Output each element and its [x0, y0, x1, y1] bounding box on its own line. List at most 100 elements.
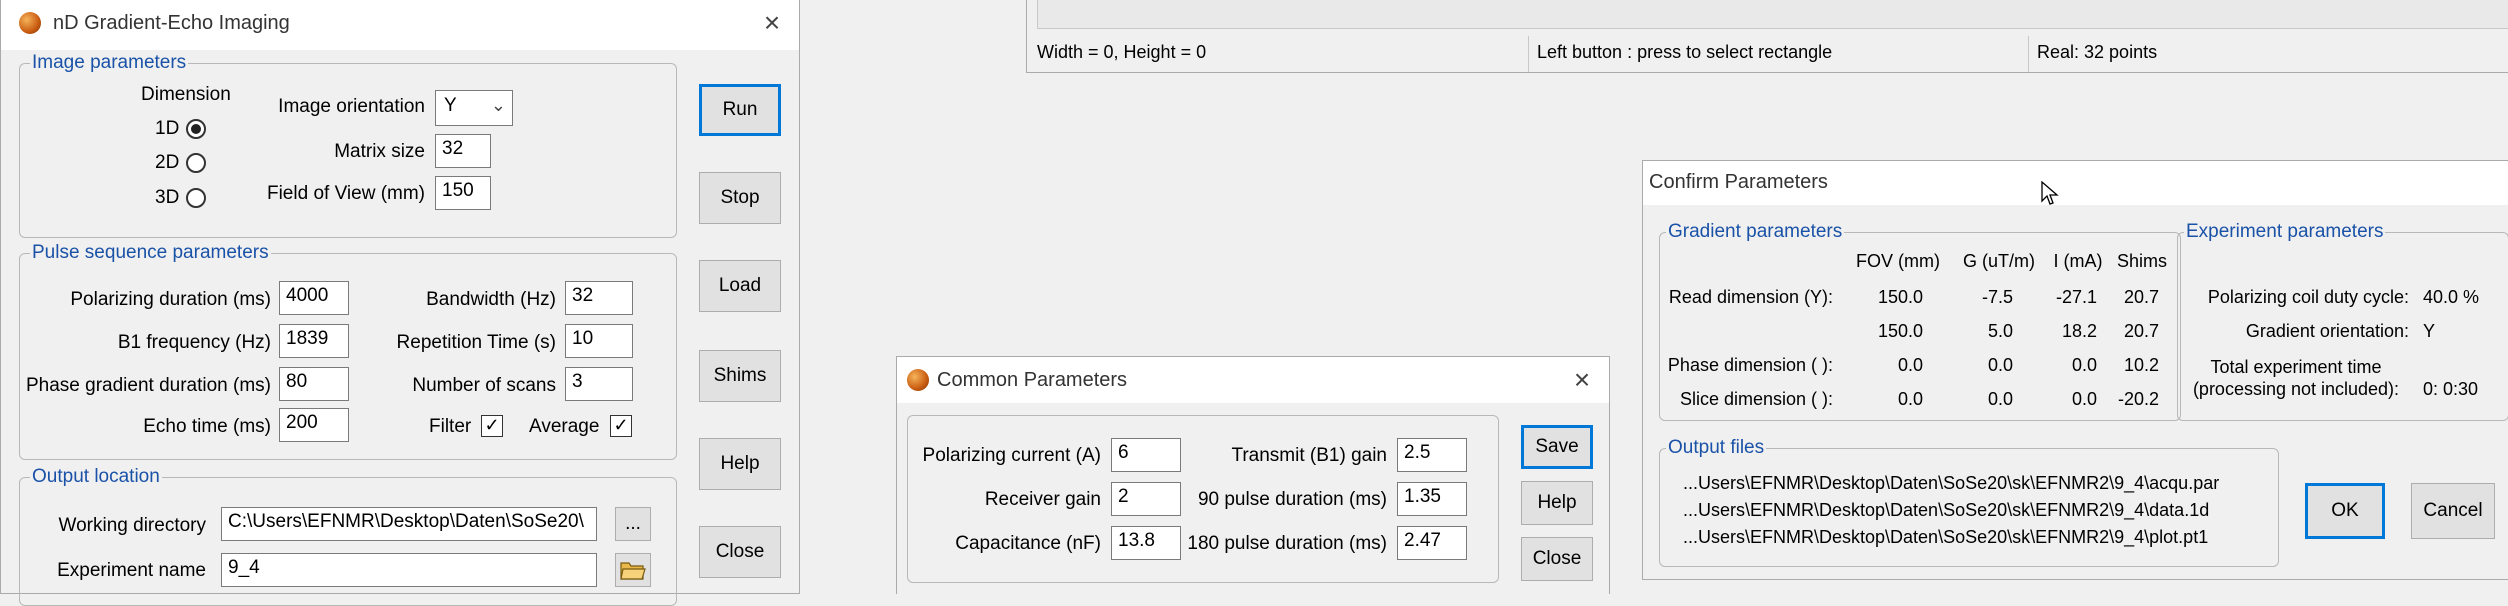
plot-area-edge: [1037, 0, 2508, 29]
close-icon[interactable]: ×: [757, 8, 787, 38]
cell-value: 20.7: [2123, 321, 2159, 341]
working-directory-label: Working directory: [58, 515, 206, 536]
gradient-echo-window: nD Gradient-Echo Imaging × Image paramet…: [0, 0, 800, 606]
dim-1d-radio[interactable]: [186, 119, 206, 139]
average-label: Average: [529, 416, 600, 437]
cancel-button[interactable]: Cancel: [2411, 483, 2495, 539]
bandwidth-input[interactable]: 32: [565, 281, 633, 315]
stop-button[interactable]: Stop: [699, 172, 781, 224]
window-title: Confirm Parameters: [1649, 171, 1828, 193]
dim-3d-label: 3D: [155, 187, 180, 208]
ok-button[interactable]: OK: [2305, 483, 2385, 539]
row-label: Slice dimension ( ):: [1679, 389, 1833, 409]
pulse90-label: 90 pulse duration (ms): [1197, 489, 1387, 510]
dim-3d-radio[interactable]: [186, 188, 206, 208]
polarizing-duration-input[interactable]: 4000: [279, 281, 349, 315]
help-button[interactable]: Help: [1521, 481, 1593, 525]
capacitance-input[interactable]: 13.8: [1111, 526, 1181, 560]
receiver-gain-input[interactable]: 2: [1111, 482, 1181, 516]
polarizing-duration-label: Polarizing duration (ms): [70, 289, 271, 310]
group-legend: Gradient parameters: [1668, 221, 1843, 242]
experiment-name-input[interactable]: 9_4: [221, 553, 597, 587]
cell-value: 0.0: [1987, 389, 2013, 409]
cell-value: 150.0: [1877, 321, 1923, 341]
output-file: ...Users\EFNMR\Desktop\Daten\SoSe20\sk\E…: [1683, 527, 2209, 547]
browse-button[interactable]: ...: [615, 507, 651, 541]
dim-2d-label: 2D: [155, 152, 180, 173]
polarizing-current-label: Polarizing current (A): [922, 445, 1101, 466]
shims-button[interactable]: Shims: [699, 350, 781, 402]
pulse180-input[interactable]: 2.47: [1397, 526, 1467, 560]
repetition-time-input[interactable]: 10: [565, 324, 633, 358]
b1-frequency-input[interactable]: 1839: [279, 324, 349, 358]
duty-cycle-value: 40.0 %: [2423, 287, 2480, 307]
row-label: Phase dimension ( ):: [1667, 355, 1833, 375]
cell-value: 0.0: [2071, 355, 2097, 375]
column-header: FOV (mm): [1856, 251, 1940, 271]
cell-value: 18.2: [2061, 321, 2097, 341]
plot-window: Width = 0, Height = 0 Left button : pres…: [1026, 0, 2508, 73]
group-legend: Output files: [1668, 437, 1765, 458]
echo-time-label: Echo time (ms): [143, 416, 271, 437]
bandwidth-label: Bandwidth (Hz): [426, 289, 556, 310]
confirm-parameters-titlebar[interactable]: Confirm Parameters: [1643, 161, 2508, 205]
folder-icon: [620, 562, 646, 580]
group-legend: Image parameters: [32, 52, 187, 73]
gradient-orientation-value: Y: [2423, 321, 2436, 341]
common-parameters-titlebar[interactable]: Common Parameters ×: [897, 357, 1609, 403]
column-header: I (mA): [2053, 251, 2103, 271]
pulse90-input[interactable]: 1.35: [1397, 482, 1467, 516]
orientation-select[interactable]: Y ⌄: [435, 90, 513, 126]
close-button[interactable]: Close: [1521, 537, 1593, 581]
capacitance-label: Capacitance (nF): [955, 533, 1101, 554]
total-time-sublabel: (processing not included):: [2192, 379, 2400, 399]
cell-value: 0.0: [1897, 355, 1923, 375]
duty-cycle-label: Polarizing coil duty cycle:: [2207, 287, 2409, 307]
cell-value: 5.0: [1987, 321, 2013, 341]
save-button[interactable]: Save: [1521, 425, 1593, 469]
confirm-parameters-window: Confirm Parameters Gradient parameters F…: [1642, 160, 2508, 580]
window-title: Common Parameters: [937, 369, 1128, 391]
cell-value: -27.1: [2055, 287, 2097, 307]
filter-checkbox[interactable]: ✓: [481, 415, 503, 437]
filter-label: Filter: [429, 416, 472, 437]
matrix-size-label: Matrix size: [334, 141, 425, 162]
repetition-time-label: Repetition Time (s): [396, 332, 556, 353]
group-legend: Experiment parameters: [2186, 221, 2384, 242]
cell-value: 20.7: [2123, 287, 2159, 307]
receiver-gain-label: Receiver gain: [984, 489, 1101, 510]
number-of-scans-label: Number of scans: [412, 375, 556, 396]
open-folder-button[interactable]: [615, 553, 651, 587]
window-title: nD Gradient-Echo Imaging: [53, 12, 290, 34]
matrix-size-input[interactable]: 32: [435, 134, 491, 168]
cell-value: 0.0: [1987, 355, 2013, 375]
gradient-orientation-label: Gradient orientation:: [2245, 321, 2409, 341]
gradient-echo-titlebar[interactable]: nD Gradient-Echo Imaging ×: [1, 0, 799, 50]
polarizing-current-input[interactable]: 6: [1111, 438, 1181, 472]
cell-value: 0.0: [2071, 389, 2097, 409]
transmit-gain-label: Transmit (B1) gain: [1231, 445, 1387, 466]
output-file: ...Users\EFNMR\Desktop\Daten\SoSe20\sk\E…: [1683, 500, 2210, 520]
close-icon[interactable]: ×: [1567, 365, 1597, 395]
working-directory-input[interactable]: C:\Users\EFNMR\Desktop\Daten\SoSe20\: [221, 507, 597, 541]
total-time-value: 0: 0:30: [2423, 379, 2479, 399]
cell-value: 150.0: [1877, 287, 1923, 307]
run-button[interactable]: Run: [699, 84, 781, 136]
row-label: Read dimension (Y):: [1668, 287, 1833, 307]
close-button[interactable]: Close: [699, 526, 781, 578]
load-button[interactable]: Load: [699, 260, 781, 312]
average-checkbox[interactable]: ✓: [610, 415, 632, 437]
transmit-gain-input[interactable]: 2.5: [1397, 438, 1467, 472]
app-logo-icon: [19, 12, 41, 34]
phase-gradient-input[interactable]: 80: [279, 367, 349, 401]
fov-input[interactable]: 150: [435, 176, 491, 210]
total-time-label: Total experiment time: [2210, 357, 2382, 377]
echo-time-input[interactable]: 200: [279, 408, 349, 442]
number-of-scans-input[interactable]: 3: [565, 367, 633, 401]
cell-value: -7.5: [1981, 287, 2013, 307]
status-hint: Left button : press to select rectangle: [1529, 36, 2029, 72]
help-button[interactable]: Help: [699, 438, 781, 490]
dim-2d-radio[interactable]: [186, 153, 206, 173]
cell-value: -20.2: [2117, 389, 2159, 409]
cell-value: 0.0: [1897, 389, 1923, 409]
